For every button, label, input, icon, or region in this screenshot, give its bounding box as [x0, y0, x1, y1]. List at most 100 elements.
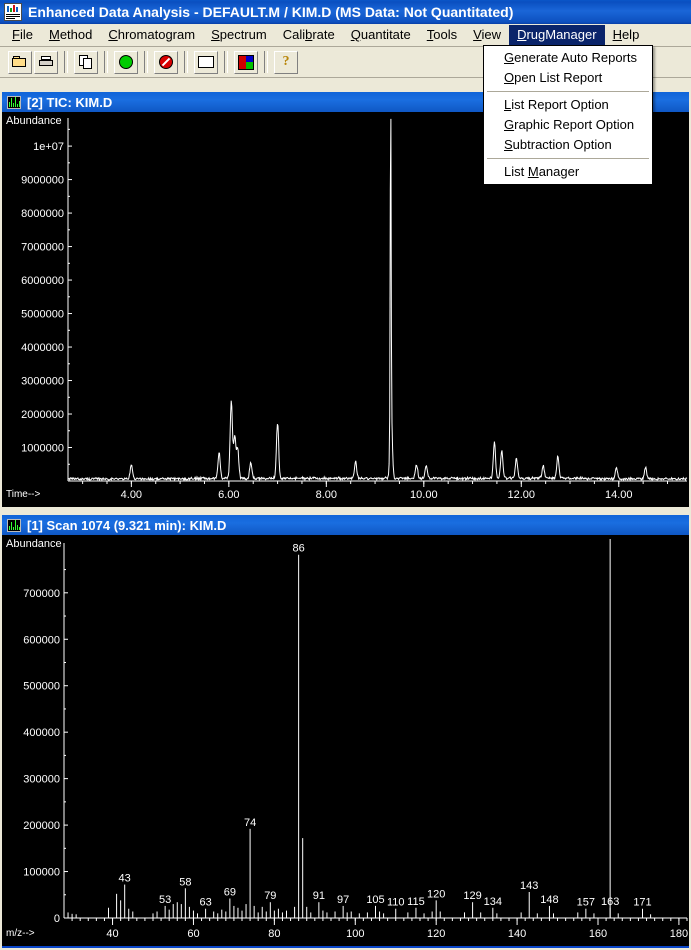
svg-text:700000: 700000: [23, 588, 60, 600]
svg-text:148: 148: [540, 894, 558, 906]
svg-text:105: 105: [366, 894, 384, 906]
color-palette-button[interactable]: [234, 50, 258, 74]
print-button[interactable]: [34, 50, 58, 74]
tic-window-title-text: [2] TIC: KIM.D: [27, 94, 113, 110]
menu-drugmanager[interactable]: DrugManager: [509, 25, 605, 45]
menu-chromatogram[interactable]: Chromatogram: [100, 25, 203, 45]
menu-method[interactable]: Method: [41, 25, 100, 45]
svg-text:60: 60: [187, 928, 199, 940]
svg-text:7000000: 7000000: [21, 242, 64, 254]
svg-text:600000: 600000: [23, 634, 60, 646]
svg-text:3000000: 3000000: [21, 376, 64, 388]
svg-text:180: 180: [670, 928, 688, 940]
svg-text:143: 143: [520, 880, 538, 892]
svg-text:2000000: 2000000: [21, 409, 64, 421]
svg-text:200000: 200000: [23, 820, 60, 832]
folder-open-icon: [12, 56, 28, 68]
svg-text:1e+07: 1e+07: [33, 141, 64, 153]
toolbar-separator-5: [224, 51, 228, 73]
svg-text:120: 120: [427, 928, 445, 940]
svg-text:14.00: 14.00: [605, 489, 633, 501]
copy-button[interactable]: [74, 50, 98, 74]
svg-text:80: 80: [268, 928, 280, 940]
svg-text:8000000: 8000000: [21, 208, 64, 220]
svg-text:500000: 500000: [23, 681, 60, 693]
chromatogram-icon: [7, 95, 21, 109]
open-file-button[interactable]: [8, 50, 32, 74]
menu-quantitate[interactable]: Quantitate: [343, 25, 419, 45]
stop-button[interactable]: [154, 50, 178, 74]
menu-item-open-list-report[interactable]: Open List Report: [484, 68, 652, 88]
svg-text:160: 160: [589, 928, 607, 940]
svg-text:157: 157: [577, 897, 595, 909]
menu-file[interactable]: File: [4, 25, 41, 45]
start-button[interactable]: [114, 50, 138, 74]
menu-item-list-manager[interactable]: List Manager: [484, 162, 652, 182]
svg-text:171: 171: [633, 897, 651, 909]
svg-text:5000000: 5000000: [21, 309, 64, 321]
svg-text:53: 53: [159, 894, 171, 906]
spectrum-icon: [7, 518, 21, 532]
spectrum-window-title-text: [1] Scan 1074 (9.321 min): KIM.D: [27, 517, 227, 533]
menu-bar: File Method Chromatogram Spectrum Calibr…: [0, 24, 691, 47]
chromatogram-app-icon: [4, 3, 22, 21]
menu-item-graphic-report-option[interactable]: Graphic Report Option: [484, 115, 652, 135]
menu-help[interactable]: Help: [605, 25, 648, 45]
menu-spectrum[interactable]: Spectrum: [203, 25, 275, 45]
svg-text:300000: 300000: [23, 774, 60, 786]
svg-text:8.00: 8.00: [316, 489, 337, 501]
toolbar-separator-3: [144, 51, 148, 73]
menu-item-generate-auto-reports[interactable]: Generate Auto Reports: [484, 48, 652, 68]
svg-text:134: 134: [484, 896, 502, 908]
svg-text:115: 115: [407, 896, 425, 908]
svg-text:0: 0: [54, 913, 60, 925]
menu-view[interactable]: View: [465, 25, 509, 45]
svg-text:m/z-->: m/z-->: [6, 928, 35, 939]
svg-text:9000000: 9000000: [21, 175, 64, 187]
svg-text:12.00: 12.00: [508, 489, 536, 501]
window-title-bar: Enhanced Data Analysis - DEFAULT.M / KIM…: [0, 0, 691, 24]
question-mark-icon: ?: [282, 54, 290, 69]
svg-text:6.00: 6.00: [218, 489, 239, 501]
red-no-entry-icon: [159, 55, 173, 69]
help-button[interactable]: ?: [274, 50, 298, 74]
spectrum-window: [1] Scan 1074 (9.321 min): KIM.D Abundan…: [2, 515, 689, 948]
dropdown-separator-2: [487, 158, 649, 159]
menu-calibrate[interactable]: Calibrate: [275, 25, 343, 45]
menu-item-subtraction-option[interactable]: Subtraction Option: [484, 135, 652, 155]
toolbar-separator-2: [104, 51, 108, 73]
svg-text:58: 58: [179, 876, 191, 888]
svg-text:110: 110: [387, 897, 405, 909]
svg-text:63: 63: [199, 897, 211, 909]
svg-text:129: 129: [463, 890, 481, 902]
svg-text:4000000: 4000000: [21, 342, 64, 354]
blank-box-button[interactable]: [194, 50, 218, 74]
svg-text:6000000: 6000000: [21, 275, 64, 287]
svg-text:120: 120: [427, 888, 445, 900]
svg-text:91: 91: [313, 890, 325, 902]
copy-icon: [78, 55, 94, 69]
window-title-text: Enhanced Data Analysis - DEFAULT.M / KIM…: [28, 4, 514, 20]
svg-text:400000: 400000: [23, 727, 60, 739]
svg-text:Abundance: Abundance: [6, 538, 62, 550]
menu-tools[interactable]: Tools: [419, 25, 465, 45]
spectrum-window-title-bar[interactable]: [1] Scan 1074 (9.321 min): KIM.D: [2, 515, 689, 535]
spectrum-plot-area[interactable]: Abundance 0 100000 200000 300000 400000 500000…: [2, 535, 689, 946]
svg-text:86: 86: [293, 543, 305, 555]
svg-text:100: 100: [346, 928, 364, 940]
menu-item-list-report-option[interactable]: List Report Option: [484, 95, 652, 115]
svg-text:1000000: 1000000: [21, 443, 64, 455]
white-box-icon: [198, 56, 214, 68]
toolbar-separator-4: [184, 51, 188, 73]
svg-text:10.00: 10.00: [410, 489, 438, 501]
color-quadrant-icon: [238, 54, 254, 70]
svg-text:43: 43: [119, 873, 131, 885]
green-circle-icon: [119, 55, 133, 69]
drugmanager-dropdown-menu: Generate Auto Reports Open List Report L…: [483, 45, 653, 185]
svg-text:Time-->: Time-->: [6, 489, 41, 500]
printer-icon: [38, 55, 54, 69]
dropdown-separator-1: [487, 91, 649, 92]
svg-text:69: 69: [224, 886, 236, 898]
svg-text:140: 140: [508, 928, 526, 940]
svg-text:79: 79: [264, 890, 276, 902]
